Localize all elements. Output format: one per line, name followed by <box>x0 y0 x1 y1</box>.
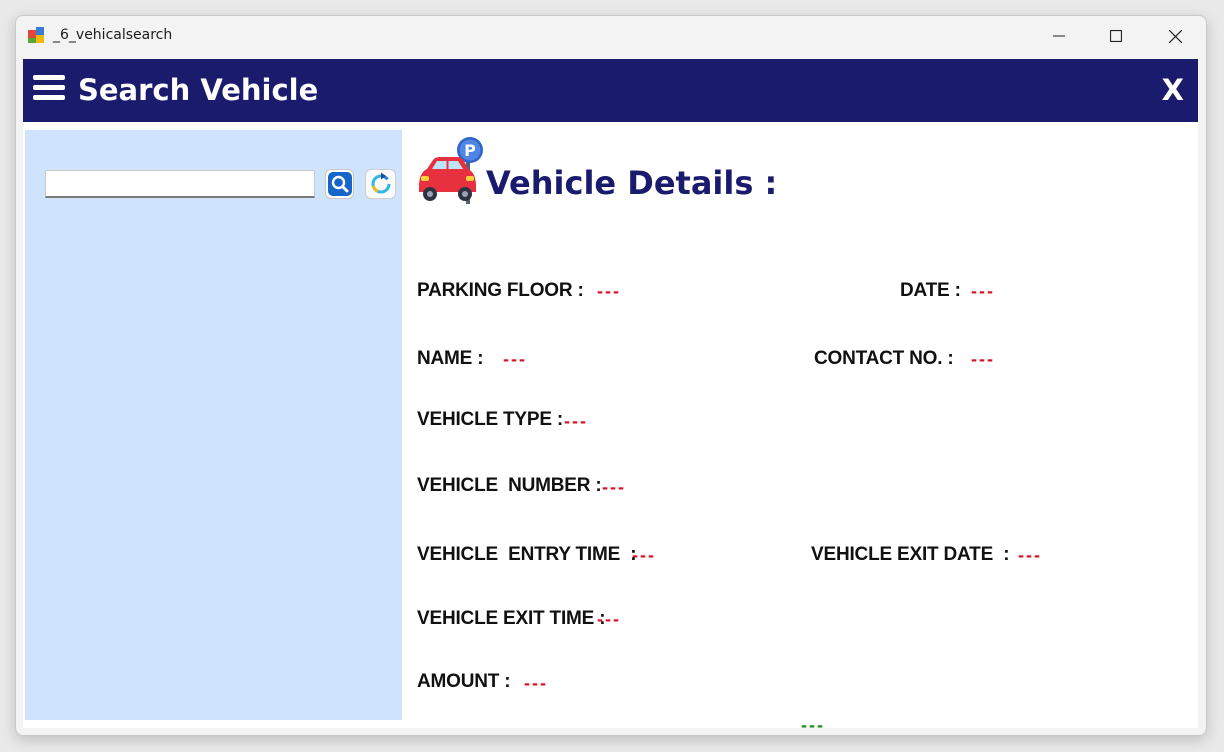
search-button[interactable] <box>325 169 354 199</box>
window-title: _6_vehicalsearch <box>53 27 173 43</box>
vehicle-number-label: VEHICLE NUMBER : <box>417 475 602 496</box>
vehicle-number-value: --- <box>602 477 626 497</box>
app-window: _6_vehicalsearch Search Vehicle X P Vehi… <box>15 15 1207 736</box>
svg-text:P: P <box>464 141 476 160</box>
refresh-button[interactable] <box>365 169 396 199</box>
vehicle-type-value: --- <box>564 411 588 431</box>
amount-value: --- <box>524 673 548 693</box>
hamburger-menu-icon[interactable] <box>33 75 65 107</box>
vehicle-details-title: Vehicle Details : <box>486 164 778 202</box>
app-header: Search Vehicle X <box>23 59 1198 122</box>
search-icon <box>327 172 352 196</box>
search-input[interactable] <box>45 170 315 198</box>
status-value: --- <box>801 715 825 735</box>
parking-floor-value: --- <box>597 281 621 301</box>
amount-label: AMOUNT : <box>417 671 511 692</box>
search-sidebar <box>25 130 402 720</box>
app-icon <box>28 27 44 43</box>
window-close-button[interactable] <box>1152 20 1198 52</box>
minimize-button[interactable] <box>1036 20 1082 52</box>
maximize-button[interactable] <box>1093 20 1139 52</box>
entry-time-label: VEHICLE ENTRY TIME : <box>417 544 637 565</box>
title-bar: _6_vehicalsearch <box>16 16 1206 56</box>
vehicle-type-label: VEHICLE TYPE : <box>417 409 564 430</box>
exit-time-label: VEHICLE EXIT TIME : <box>417 608 606 629</box>
close-icon <box>1168 29 1182 43</box>
minimize-icon <box>1053 35 1065 37</box>
exit-date-label: VEHICLE EXIT DATE : <box>811 544 1010 565</box>
car-parking-icon: P <box>419 137 483 204</box>
exit-time-value: --- <box>597 609 621 629</box>
name-label: NAME : <box>417 348 484 369</box>
parking-floor-label: PARKING FLOOR : <box>417 280 584 301</box>
date-label: DATE : <box>900 280 961 301</box>
entry-time-value: --- <box>632 545 656 565</box>
maximize-icon <box>1110 30 1122 42</box>
main-content: P Vehicle Details : PARKING FLOOR : --- … <box>23 122 1198 735</box>
refresh-icon <box>371 172 390 194</box>
exit-date-value: --- <box>1018 545 1042 565</box>
header-title: Search Vehicle <box>78 73 319 107</box>
date-value: --- <box>971 281 995 301</box>
name-value: --- <box>503 349 527 369</box>
contact-no-value: --- <box>971 349 995 369</box>
contact-no-label: CONTACT NO. : <box>814 348 954 369</box>
header-close-button[interactable]: X <box>1162 73 1184 107</box>
